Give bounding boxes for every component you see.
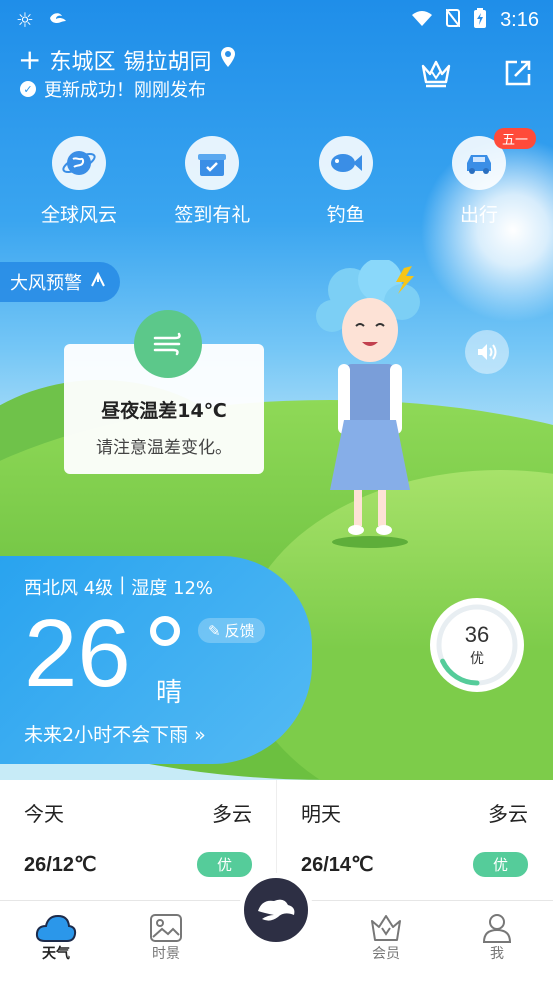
pencil-icon: ✎ (208, 621, 221, 640)
battery-charging-icon (474, 8, 487, 33)
arrow-up-icon (90, 271, 106, 293)
humidity-text: 湿度 12% (131, 578, 213, 599)
update-status: ✓ 更新成功！刚刚发布 (20, 76, 206, 102)
location-district: 东城区 (49, 50, 116, 75)
chevron-right-icon: » (194, 724, 206, 746)
wind-icon (134, 310, 202, 378)
nav-scenery[interactable]: 时景 (126, 913, 206, 963)
feedback-button[interactable]: ✎ 反馈 (198, 618, 265, 643)
nav-vip[interactable]: 会员 (346, 913, 426, 963)
shortcut-fishing[interactable]: 钓鱼 (291, 136, 401, 227)
cartoon-character[interactable] (310, 258, 430, 550)
nav-label: 时景 (152, 946, 180, 962)
warning-label: 大风预警 (10, 273, 82, 294)
center-home-button[interactable] (239, 873, 313, 947)
current-temperature: 26 (24, 600, 131, 707)
nav-profile[interactable]: 我 (457, 913, 537, 963)
fish-icon (318, 136, 373, 190)
forecast-tomorrow[interactable]: 明天 多云 26/14℃ 优 (276, 780, 552, 900)
forecast-day: 今天 (24, 802, 64, 826)
location-pin-icon (220, 47, 236, 73)
wind-text: 西北风 4级 (24, 578, 114, 599)
add-city-icon[interactable]: + (18, 46, 41, 74)
location-street: 锡拉胡同 (123, 50, 212, 75)
tip-title: 昼夜温差14℃ (101, 400, 227, 422)
car-icon: 五一 (451, 128, 536, 190)
shortcut-checkin-gift[interactable]: 签到有礼 (157, 136, 267, 227)
forecast-aqi-badge: 优 (472, 852, 528, 877)
wind-warning-tag[interactable]: 大风预警 (0, 262, 120, 302)
top-actions (419, 56, 535, 90)
rain-forecast-link[interactable]: 未来2小时不会下雨 » (24, 720, 206, 747)
forecast-temps: 26/12℃ (24, 854, 97, 876)
crown-vip-button[interactable] (419, 56, 453, 90)
globe-icon (52, 136, 106, 190)
speaker-icon (478, 344, 497, 360)
shortcut-label: 钓鱼 (326, 204, 365, 226)
share-button[interactable] (501, 56, 535, 90)
aqi-ring-icon (436, 604, 518, 686)
separator: | (119, 574, 126, 595)
shortcut-label: 签到有礼 (174, 204, 251, 226)
gift-icon (185, 136, 240, 190)
current-condition: 晴 (156, 678, 183, 708)
forecast-today[interactable]: 今天 多云 26/12℃ 优 (0, 780, 276, 900)
degree-symbol (150, 616, 180, 646)
voice-broadcast-button[interactable] (465, 330, 509, 374)
forecast-aqi-badge: 优 (196, 852, 252, 877)
forecast-condition: 多云 (212, 802, 252, 826)
crown-icon (421, 60, 451, 88)
forecast-condition: 多云 (488, 802, 528, 826)
status-time: 3:16 (500, 9, 539, 31)
wifi-icon (412, 10, 433, 31)
shortcut-label: 出行 (459, 204, 498, 226)
rain-text: 未来2小时不会下雨 (24, 724, 189, 746)
travel-badge: 五一 (493, 128, 536, 149)
sun-status-icon: ☼ (16, 8, 34, 32)
nav-weather[interactable]: 天气 (16, 913, 96, 963)
update-text: 更新成功！刚刚发布 (44, 80, 206, 101)
cloud-icon (35, 914, 77, 942)
check-icon: ✓ (20, 81, 36, 97)
nav-label: 天气 (42, 946, 70, 962)
shortcut-travel[interactable]: 五一 出行 (424, 128, 536, 227)
forecast-temps: 26/14℃ (301, 854, 374, 876)
no-sim-icon (445, 8, 461, 32)
current-weather-card[interactable]: 西北风 4级 | 湿度 12% 26 ✎ 反馈 晴 未来2小时不会下雨 » (0, 556, 312, 764)
nav-label: 我 (490, 946, 504, 962)
app-logo-status-icon (48, 8, 70, 32)
tip-card[interactable]: 昼夜温差14℃ 请注意温差变化。 (64, 310, 264, 474)
picture-icon (150, 914, 182, 942)
shortcut-global-weather[interactable]: 全球风云 (24, 136, 134, 227)
aqi-indicator[interactable]: 36 优 (430, 598, 524, 692)
share-icon (505, 60, 531, 86)
forecast-day: 明天 (301, 802, 341, 826)
feedback-label: 反馈 (224, 622, 255, 640)
tip-subtitle: 请注意温差变化。 (96, 438, 232, 458)
location-row[interactable]: + 东城区 锡拉胡同 (18, 44, 236, 76)
app-logo-icon (258, 899, 295, 921)
shortcut-row: 全球风云 签到有礼 钓鱼 五一 出行 (24, 128, 536, 227)
wind-humidity-line: 西北风 4级 | 湿度 12% (24, 574, 213, 600)
shortcut-label: 全球风云 (40, 204, 117, 226)
vip-icon (371, 915, 401, 941)
bottom-nav: 天气 时景 会员 我 (0, 873, 553, 983)
weather-hero: ☼ 3:16 + 东城区 锡拉胡同 ✓ 更新成功！刚刚发布 全球风云 签到有礼 … (0, 0, 553, 790)
status-bar: ☼ 3:16 (0, 0, 553, 38)
nav-label: 会员 (372, 946, 400, 962)
user-icon (482, 914, 512, 943)
